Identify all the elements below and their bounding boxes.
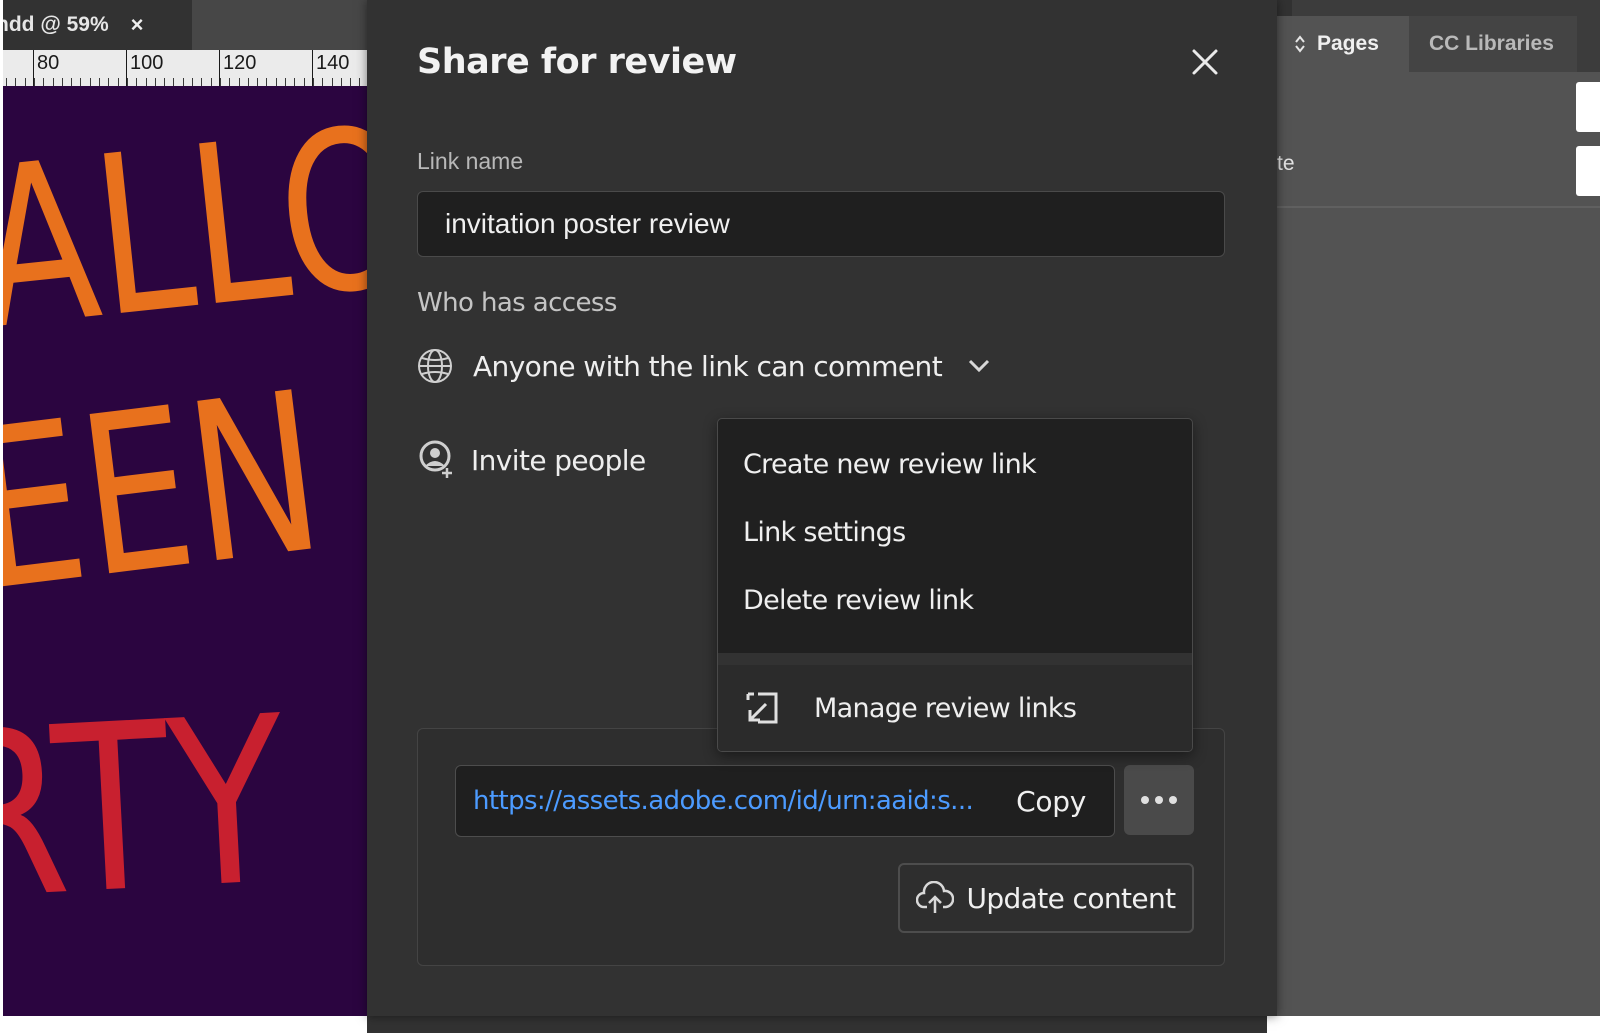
ruler-tick	[247, 78, 249, 86]
ruler-tick	[210, 78, 212, 86]
menu-separator	[718, 653, 1192, 665]
ruler-tick	[126, 78, 128, 86]
menu-item-manage-review-links[interactable]: Manage review links	[718, 665, 1192, 751]
link-name-input[interactable]	[417, 191, 1225, 257]
panel-divider	[1277, 206, 1600, 208]
close-button[interactable]	[1185, 42, 1225, 82]
review-link-menu: Create new review link Link settings Del…	[717, 418, 1193, 752]
update-content-label: Update content	[966, 881, 1176, 915]
ruler-tick	[312, 78, 314, 86]
menu-item-label: Create new review link	[743, 448, 1037, 480]
up-down-arrows-icon	[1295, 35, 1305, 53]
document-tab-close-icon[interactable]: ×	[131, 12, 144, 38]
ruler-tick	[173, 78, 175, 86]
ruler-tick	[24, 78, 26, 86]
ruler-tick	[350, 78, 352, 86]
document-tab-title: ndd @ 59%	[0, 13, 109, 36]
ruler-tick	[266, 78, 268, 86]
ruler-label: 140	[316, 52, 350, 74]
poster-text-line-1: ALLO	[0, 86, 367, 379]
poster-text-line-3: RTY	[0, 667, 292, 953]
ruler-tick	[359, 78, 361, 86]
review-link-url[interactable]: https://assets.adobe.com/id/urn:aaid:s..…	[473, 786, 974, 816]
invite-person-icon	[419, 440, 452, 478]
poster-artwork: ALLO EEN RTY	[0, 86, 367, 1016]
review-link-box: https://assets.adobe.com/id/urn:aaid:s..…	[417, 728, 1225, 966]
close-icon	[1192, 49, 1218, 75]
horizontal-ruler: 80 100 120 140	[0, 50, 367, 87]
ruler-tick	[15, 78, 17, 86]
ruler-tick	[229, 78, 231, 86]
manage-review-links-label: Manage review links	[814, 692, 1077, 724]
ruler-tick	[294, 78, 296, 86]
ruler-label: 120	[223, 52, 257, 74]
globe-icon	[418, 349, 452, 383]
access-value: Anyone with the link can comment	[473, 349, 943, 383]
menu-item-label: Link settings	[743, 516, 906, 548]
ruler-tick	[71, 78, 73, 86]
ruler-tick	[154, 78, 156, 86]
access-dropdown[interactable]: Anyone with the link can comment	[417, 344, 990, 388]
ruler-tick	[322, 78, 324, 86]
tab-cc-libraries[interactable]: CC Libraries	[1409, 16, 1577, 72]
review-link-field[interactable]: https://assets.adobe.com/id/urn:aaid:s..…	[455, 765, 1115, 837]
window-edge	[0, 0, 3, 1016]
cloud-upload-icon	[916, 881, 955, 913]
ruler-tick	[192, 78, 193, 86]
menu-item-label: Delete review link	[743, 584, 974, 616]
ruler-tick	[33, 78, 35, 86]
ruler-tick	[164, 78, 166, 86]
ruler-tick	[303, 78, 305, 86]
ruler-tick	[238, 78, 240, 86]
panel-partial-text: te	[1277, 152, 1295, 175]
bottom-edge	[0, 1016, 367, 1033]
ruler-tick	[108, 78, 110, 86]
update-content-button[interactable]: Update content	[898, 863, 1194, 933]
ruler-tick	[219, 78, 221, 86]
ruler-tick	[201, 78, 203, 86]
tab-strip-background	[192, 0, 367, 50]
access-label: Who has access	[417, 288, 617, 318]
ruler-tick	[145, 78, 147, 86]
tab-pages[interactable]: Pages	[1277, 16, 1409, 72]
ruler-tick	[182, 78, 184, 86]
tab-pages-label: Pages	[1317, 32, 1379, 55]
page-thumbnail[interactable]	[1576, 146, 1600, 196]
invite-people-button[interactable]: Invite people	[417, 438, 646, 482]
page-thumbnail[interactable]	[1576, 82, 1600, 132]
link-name-label: Link name	[417, 148, 524, 174]
document-tab[interactable]: ndd @ 59% ×	[0, 0, 192, 50]
ruler-tick	[331, 78, 333, 86]
ruler-tick	[61, 78, 63, 86]
ruler-tick	[117, 78, 119, 86]
more-options-button[interactable]	[1124, 765, 1194, 835]
ruler-label: 100	[130, 52, 164, 74]
right-panel: Pages CC Libraries te	[1277, 0, 1600, 1016]
open-external-icon	[746, 692, 778, 724]
ruler-tick	[6, 78, 7, 86]
ruler-tick	[99, 78, 100, 86]
ruler-tick	[136, 78, 138, 86]
menu-item-delete-review-link[interactable]: Delete review link	[718, 569, 1192, 631]
bottom-scrollbar[interactable]	[367, 1016, 1267, 1033]
menu-item-create-new-review-link[interactable]: Create new review link	[718, 433, 1192, 495]
poster-text-line-2: EEN	[0, 343, 334, 641]
dialog-title: Share for review	[417, 42, 737, 82]
ruler-tick	[89, 78, 91, 86]
ruler-tick	[43, 78, 45, 86]
copy-button[interactable]: Copy	[1016, 785, 1086, 818]
menu-item-link-settings[interactable]: Link settings	[718, 501, 1192, 563]
ruler-tick	[340, 78, 342, 86]
chevron-down-icon	[969, 359, 990, 373]
ruler-tick	[275, 78, 277, 86]
tab-cc-libraries-label: CC Libraries	[1429, 32, 1554, 55]
ruler-tick	[257, 78, 259, 86]
ruler-label: 80	[37, 52, 60, 74]
invite-people-label: Invite people	[471, 443, 646, 477]
ruler-tick	[80, 78, 82, 86]
ruler-tick	[52, 78, 54, 86]
more-options-icon	[1141, 796, 1149, 804]
ruler-tick	[285, 78, 286, 86]
